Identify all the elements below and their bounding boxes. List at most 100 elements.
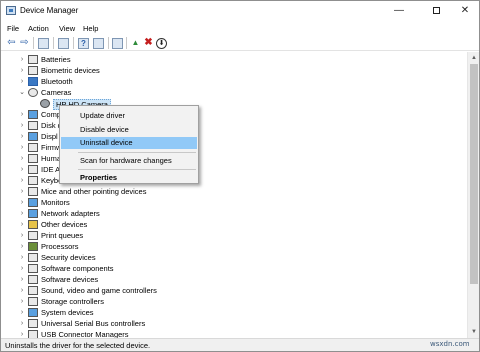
action-pane-icon[interactable] [93,38,104,49]
expand-chevron-icon[interactable]: › [18,186,26,197]
tree-item-label: Security devices [41,253,96,262]
tree-item-storage-controllers[interactable]: › Storage controllers [1,296,467,307]
tree-item-usb-controllers[interactable]: › Universal Serial Bus controllers [1,318,467,329]
expand-chevron-icon[interactable]: › [18,175,26,186]
context-menu-separator [78,169,196,170]
menu-file[interactable]: File [7,24,19,33]
tree-item-label: Storage controllers [41,297,104,306]
uninstall-x-icon[interactable]: ✖ [143,38,154,49]
menu-help[interactable]: Help [83,24,98,33]
expand-chevron-icon[interactable]: › [18,285,26,296]
properties-icon[interactable] [58,38,69,49]
forward-arrow-icon[interactable]: ⇨ [19,38,30,49]
tree-item-label: Print queues [41,231,84,240]
tree-item-network-adapters[interactable]: › Network adapters [1,208,467,219]
context-menu-separator [78,152,196,153]
battery-icon [28,55,38,64]
expand-chevron-icon[interactable]: › [18,197,26,208]
menu-item-update-driver[interactable]: Update driver [61,110,197,122]
expand-chevron-icon[interactable]: › [18,329,26,338]
expand-chevron-icon[interactable]: › [18,120,26,131]
expand-chevron-icon[interactable]: › [18,153,26,164]
update-driver-icon[interactable]: ▲ [130,38,141,49]
expand-chevron-icon[interactable]: › [18,252,26,263]
tree-item-label: Network adapters [41,209,100,218]
tree-item-label: Biometric devices [41,66,100,75]
tree-item-label: Other devices [41,220,88,229]
menu-item-scan-hardware[interactable]: Scan for hardware changes [61,155,197,167]
webcam-icon [40,99,50,108]
expand-chevron-icon[interactable]: › [18,318,26,329]
toolbar-separator [53,37,54,49]
expand-chevron-icon[interactable]: › [18,131,26,142]
tree-item-system-devices[interactable]: › System devices [1,307,467,318]
vertical-scrollbar[interactable]: ▲ ▼ [467,52,479,338]
camera-icon [28,88,38,97]
toolbar-separator [73,37,74,49]
tree-item-software-devices[interactable]: › Software devices [1,274,467,285]
menu-item-properties[interactable]: Properties [61,172,197,184]
expand-chevron-icon[interactable]: › [18,208,26,219]
tree-item-label: IDE A [41,165,61,174]
show-hide-tree-icon[interactable] [38,38,49,49]
scrollbar-thumb[interactable] [470,64,478,284]
expand-chevron-icon[interactable]: › [18,274,26,285]
monitor-icon[interactable] [112,38,123,49]
tree-item-biometric-devices[interactable]: › Biometric devices [1,65,467,76]
tree-item-other-devices[interactable]: › Other devices [1,219,467,230]
expand-chevron-icon[interactable]: › [18,219,26,230]
expand-chevron-icon[interactable]: › [18,296,26,307]
toolbar-separator [33,37,34,49]
expand-chevron-icon[interactable]: › [18,54,26,65]
menu-bar: File Action View Help [1,21,479,35]
download-icon[interactable]: ⬇ [156,38,167,49]
expand-chevron-icon[interactable]: › [18,230,26,241]
tree-item-monitors[interactable]: › Monitors [1,197,467,208]
scroll-up-arrow-icon[interactable]: ▲ [468,52,480,64]
tree-item-label: Displ [41,132,58,141]
scroll-down-arrow-icon[interactable]: ▼ [468,326,480,338]
expand-chevron-icon[interactable]: › [18,109,26,120]
tree-item-bluetooth[interactable]: › Bluetooth [1,76,467,87]
menu-view[interactable]: View [59,24,75,33]
system-device-icon [28,308,38,317]
tree-item-processors[interactable]: › Processors [1,241,467,252]
window-title: Device Manager [20,6,79,15]
tree-item-print-queues[interactable]: › Print queues [1,230,467,241]
tree-item-label: Huma [41,154,62,163]
software-component-icon [28,264,38,273]
tree-item-cameras[interactable]: ⌄ Cameras [1,87,467,98]
maximize-button[interactable] [420,1,452,21]
watermark-text: wsxdn.com [430,340,470,348]
menu-action[interactable]: Action [28,24,49,33]
network-adapter-icon [28,209,38,218]
minimize-button[interactable]: — [383,1,415,21]
help-icon[interactable]: ? [78,38,89,49]
device-tree: › Batteries › Biometric devices › Blueto… [1,52,467,338]
menu-item-uninstall-device[interactable]: Uninstall device [61,137,197,149]
usb-connector-icon [28,330,38,338]
expand-chevron-icon[interactable]: › [18,142,26,153]
close-button[interactable]: ✕ [449,1,480,21]
tree-item-software-components[interactable]: › Software components [1,263,467,274]
expand-chevron-icon[interactable]: › [18,76,26,87]
menu-item-disable-device[interactable]: Disable device [61,124,197,136]
tree-item-mice[interactable]: › Mice and other pointing devices [1,186,467,197]
expand-chevron-icon[interactable]: › [18,164,26,175]
status-text: Uninstalls the driver for the selected d… [5,341,151,350]
expand-chevron-icon[interactable]: › [18,241,26,252]
tree-item-sound-video-game[interactable]: › Sound, video and game controllers [1,285,467,296]
title-bar[interactable]: Device Manager — ✕ [1,1,479,21]
back-arrow-icon[interactable]: ⇦ [6,38,17,49]
tree-item-batteries[interactable]: › Batteries [1,54,467,65]
other-device-icon [28,220,38,229]
tree-item-label: Comp [41,110,62,119]
tree-item-usb-connector-managers[interactable]: › USB Connector Managers [1,329,467,338]
context-menu: Update driver Disable device Uninstall d… [59,105,199,184]
tree-item-security-devices[interactable]: › Security devices [1,252,467,263]
expand-chevron-icon[interactable]: › [18,307,26,318]
expand-chevron-icon[interactable]: › [18,263,26,274]
collapse-chevron-icon[interactable]: ⌄ [18,87,26,98]
expand-chevron-icon[interactable]: › [18,65,26,76]
tree-item-label: System devices [41,308,94,317]
